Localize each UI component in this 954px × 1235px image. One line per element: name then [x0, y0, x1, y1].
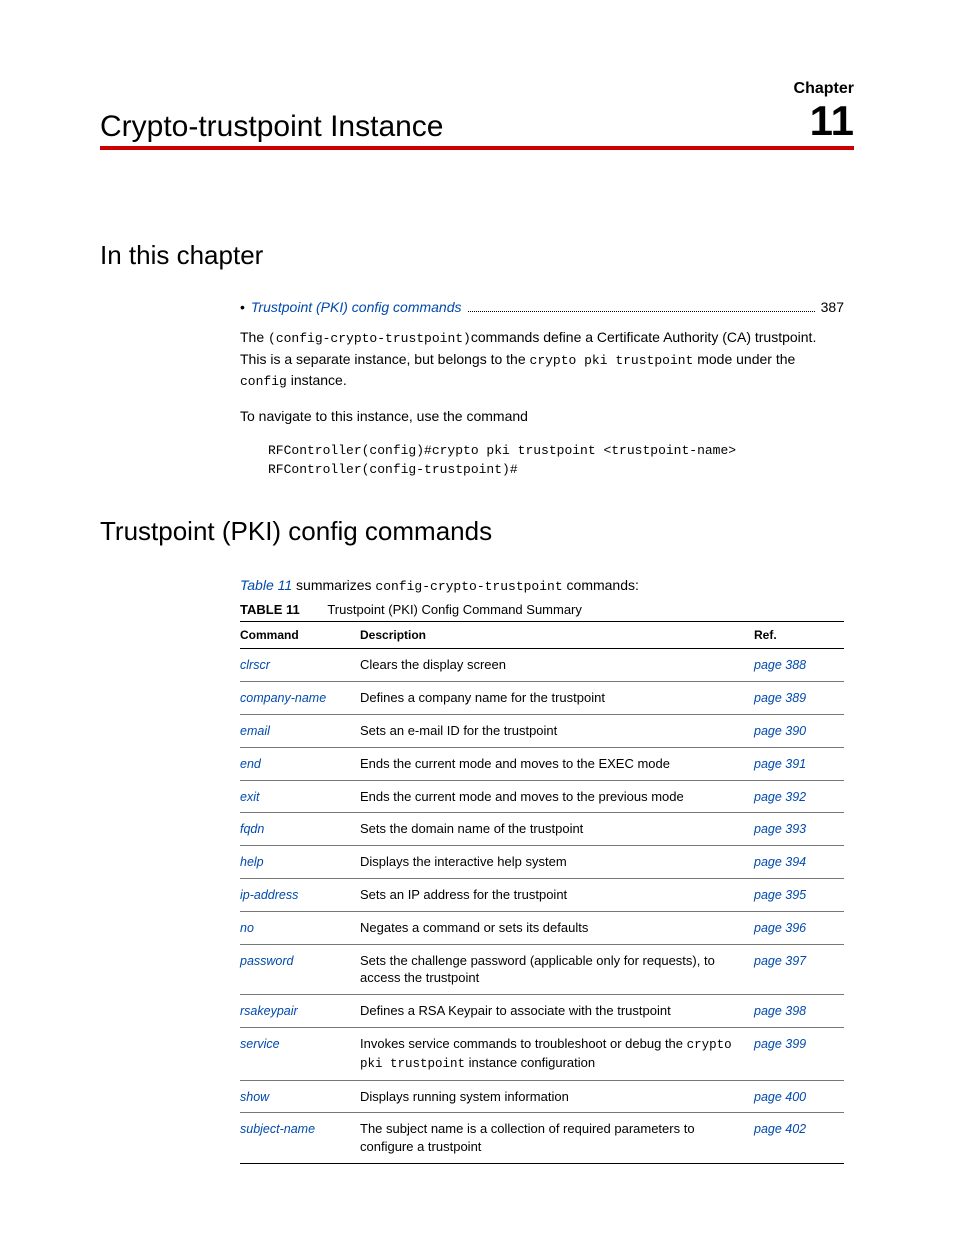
command-link[interactable]: fqdn: [240, 822, 264, 836]
section1-body: • Trustpoint (PKI) config commands 387 T…: [240, 299, 844, 480]
table-row: email Sets an e-mail ID for the trustpoin…: [240, 714, 844, 747]
command-link[interactable]: rsakeypair: [240, 1004, 298, 1018]
code-inline: config: [240, 374, 287, 389]
table-caption-title: Trustpoint (PKI) Config Command Summary: [327, 602, 582, 617]
command-link[interactable]: company-name: [240, 691, 326, 705]
table-header-description: Description: [360, 622, 754, 649]
chapter-number-block: Chapter 11: [794, 80, 854, 142]
code-inline: config-crypto-trustpoint: [375, 579, 562, 594]
page-reference-link[interactable]: page 394: [754, 855, 806, 869]
leader-dots: [468, 311, 815, 312]
command-description: Sets the challenge password (applicable …: [360, 944, 754, 994]
table-caption-label: TABLE 11: [240, 602, 300, 617]
page-reference-link[interactable]: page 398: [754, 1004, 806, 1018]
code-inline: (config-crypto-trustpoint): [268, 331, 471, 346]
toc-link-trustpoint[interactable]: Trustpoint (PKI) config commands: [251, 299, 462, 315]
table-caption: TABLE 11 Trustpoint (PKI) Config Command…: [240, 602, 844, 617]
table-row: ip-address Sets an IP address for the tru…: [240, 879, 844, 912]
command-link[interactable]: help: [240, 855, 264, 869]
intro-paragraph-2: To navigate to this instance, use the co…: [240, 406, 844, 427]
table-header-row: Command Description Ref.: [240, 622, 844, 649]
page-reference-link[interactable]: page 396: [754, 921, 806, 935]
section-heading-trustpoint-commands: Trustpoint (PKI) config commands: [100, 516, 854, 547]
table-row: company-name Defines a company name for t…: [240, 681, 844, 714]
table-row: fqdn Sets the domain name of the trustpoi…: [240, 813, 844, 846]
command-description: Sets the domain name of the trustpoint: [360, 813, 754, 846]
command-link[interactable]: no: [240, 921, 254, 935]
page-reference-link[interactable]: page 390: [754, 724, 806, 738]
command-description: Invokes service commands to troubleshoot…: [360, 1027, 754, 1080]
table-row: service Invokes service commands to troub…: [240, 1027, 844, 1080]
command-description: Displays running system information: [360, 1080, 754, 1113]
table-reference-link[interactable]: Table 11: [240, 577, 292, 593]
command-description: Clears the display screen: [360, 649, 754, 682]
table-row: password Sets the challenge password (app…: [240, 944, 844, 994]
code-inline: crypto pki trustpoint: [530, 353, 694, 368]
table-row: help Displays the interactive help system…: [240, 846, 844, 879]
page-reference-link[interactable]: page 395: [754, 888, 806, 902]
command-link[interactable]: end: [240, 757, 261, 771]
page-reference-link[interactable]: page 400: [754, 1090, 806, 1104]
bullet-icon: •: [240, 299, 245, 315]
code-line: RFController(config)#crypto pki trustpoi…: [268, 441, 844, 461]
command-description: Sets an IP address for the trustpoint: [360, 879, 754, 912]
chapter-label: Chapter: [794, 80, 854, 98]
page-reference-link[interactable]: page 389: [754, 691, 806, 705]
intro-paragraph-1: The (config-crypto-trustpoint)commands d…: [240, 327, 844, 392]
command-description: Defines a RSA Keypair to associate with …: [360, 994, 754, 1027]
page-reference-link[interactable]: page 393: [754, 822, 806, 836]
command-description: Sets an e-mail ID for the trustpoint: [360, 714, 754, 747]
section-heading-in-this-chapter: In this chapter: [100, 240, 854, 271]
command-description: Defines a company name for the trustpoin…: [360, 681, 754, 714]
command-summary-table: Command Description Ref. clrscr Clears th…: [240, 621, 844, 1164]
page-reference-link[interactable]: page 397: [754, 954, 806, 968]
page-reference-link[interactable]: page 402: [754, 1122, 806, 1136]
command-link[interactable]: subject-name: [240, 1122, 315, 1136]
command-link[interactable]: ip-address: [240, 888, 298, 902]
toc-entry: • Trustpoint (PKI) config commands 387: [240, 299, 844, 315]
command-description: Ends the current mode and moves to the E…: [360, 747, 754, 780]
table-header-command: Command: [240, 622, 360, 649]
table-row: no Negates a command or sets its defaults…: [240, 912, 844, 945]
table-row: subject-name The subject name is a collec…: [240, 1113, 844, 1163]
command-link[interactable]: show: [240, 1090, 269, 1104]
command-link[interactable]: email: [240, 724, 270, 738]
command-description: Negates a command or sets its defaults: [360, 912, 754, 945]
command-description: Ends the current mode and moves to the p…: [360, 780, 754, 813]
command-description: The subject name is a collection of requ…: [360, 1113, 754, 1163]
command-description: Displays the interactive help system: [360, 846, 754, 879]
code-line: RFController(config-trustpoint)#: [268, 460, 844, 480]
section2-body: Table 11 summarizes config-crypto-trustp…: [240, 575, 844, 1164]
table-row: exit Ends the current mode and moves to t…: [240, 780, 844, 813]
page-reference-link[interactable]: page 399: [754, 1037, 806, 1051]
page-reference-link[interactable]: page 391: [754, 757, 806, 771]
table-row: end Ends the current mode and moves to th…: [240, 747, 844, 780]
toc-page-number: 387: [821, 299, 844, 315]
table-row: show Displays running system informationp…: [240, 1080, 844, 1113]
page-reference-link[interactable]: page 388: [754, 658, 806, 672]
command-link[interactable]: exit: [240, 790, 259, 804]
command-link[interactable]: service: [240, 1037, 280, 1051]
table-intro-text: Table 11 summarizes config-crypto-trustp…: [240, 575, 844, 597]
page-reference-link[interactable]: page 392: [754, 790, 806, 804]
command-link[interactable]: clrscr: [240, 658, 270, 672]
chapter-header: Crypto-trustpoint Instance Chapter 11: [100, 80, 854, 150]
code-block: RFController(config)#crypto pki trustpoi…: [268, 441, 844, 480]
chapter-number: 11: [794, 100, 854, 142]
table-header-ref: Ref.: [754, 622, 844, 649]
table-row: clrscr Clears the display screenpage 388: [240, 649, 844, 682]
command-link[interactable]: password: [240, 954, 294, 968]
chapter-title: Crypto-trustpoint Instance: [100, 112, 444, 142]
table-row: rsakeypair Defines a RSA Keypair to assoc…: [240, 994, 844, 1027]
